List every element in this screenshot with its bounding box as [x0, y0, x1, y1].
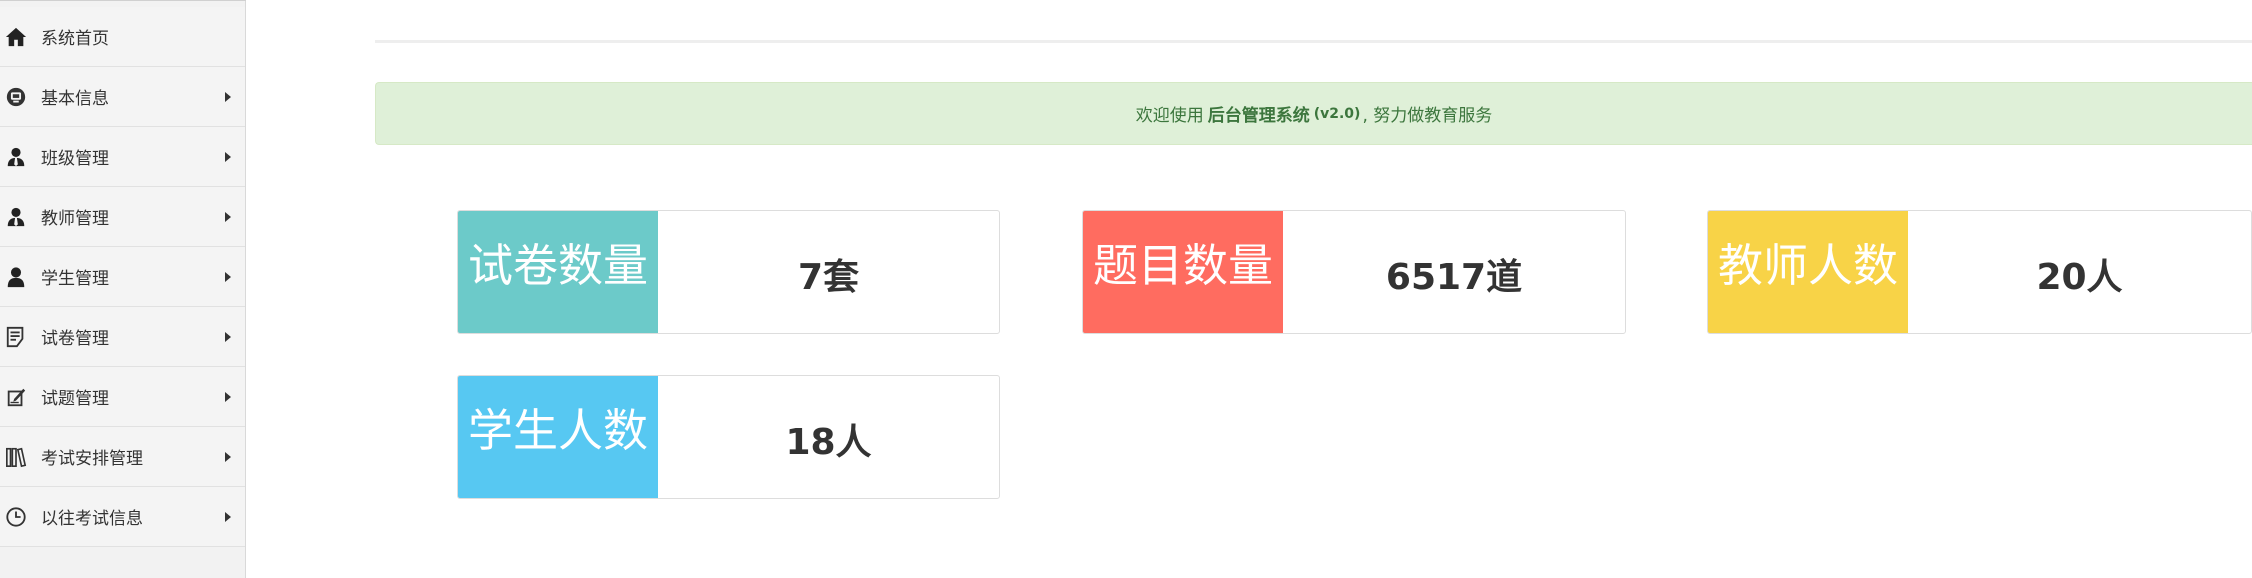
sidebar-item-label: 以往考试信息 [41, 509, 143, 529]
home-icon [4, 25, 28, 49]
sidebar-item-label: 基本信息 [41, 89, 109, 109]
sidebar-item-basic-info[interactable]: 基本信息 [0, 67, 245, 127]
stat-label: 题目数量 [1083, 211, 1283, 333]
stat-value: 7套 [797, 257, 860, 298]
stat-value: 6517道 [1385, 257, 1523, 298]
welcome-prefix: 欢迎使用 [1135, 106, 1204, 126]
stat-card-students: 学生人数 18人 [457, 375, 1000, 499]
chevron-right-icon [225, 91, 231, 102]
sidebar-item-label: 试卷管理 [41, 329, 109, 349]
document-icon [4, 325, 28, 349]
edit-icon [4, 385, 28, 409]
stat-value: 18人 [785, 422, 872, 463]
stat-card-teachers: 教师人数 20人 [1707, 210, 2252, 334]
sidebar-item-exam-schedule-management[interactable]: 考试安排管理 [0, 427, 245, 487]
stat-label: 学生人数 [458, 376, 658, 498]
sidebar-item-label: 教师管理 [41, 209, 109, 229]
stat-card-questions: 题目数量 6517道 [1082, 210, 1626, 334]
sidebar-top-border [0, 0, 246, 6]
sidebar-item-teacher-management[interactable]: 教师管理 [0, 187, 245, 247]
welcome-suffix: , 努力做教育服务 [1362, 106, 1493, 126]
clock-icon [4, 505, 28, 529]
sidebar-menu: 系统首页 基本信息 班级管理 教师管理 学生管理 试卷管理 试题管理 考试安排管… [0, 7, 245, 547]
sidebar-item-past-exam-info[interactable]: 以往考试信息 [0, 487, 245, 547]
info-icon [4, 85, 28, 109]
chevron-right-icon [225, 331, 231, 342]
sidebar-item-question-management[interactable]: 试题管理 [0, 367, 245, 427]
user-icon [4, 265, 28, 289]
stat-value: 20人 [2036, 257, 2123, 298]
header-divider [375, 40, 2252, 43]
stat-label: 试卷数量 [458, 211, 658, 333]
sidebar-item-home[interactable]: 系统首页 [0, 7, 245, 67]
sidebar-item-label: 学生管理 [41, 269, 109, 289]
chevron-right-icon [225, 151, 231, 162]
welcome-banner: 欢迎使用 后台管理系统 (v2.0) , 努力做教育服务 [375, 82, 2252, 145]
user-tie-icon [4, 145, 28, 169]
sidebar-item-student-management[interactable]: 学生管理 [0, 247, 245, 307]
chevron-right-icon [225, 451, 231, 462]
sidebar-item-label: 试题管理 [41, 389, 109, 409]
system-version: (v2.0) [1313, 105, 1361, 122]
sidebar-item-label: 考试安排管理 [41, 449, 143, 469]
stat-label: 教师人数 [1708, 211, 1908, 333]
chevron-right-icon [225, 271, 231, 282]
chevron-right-icon [225, 391, 231, 402]
system-name: 后台管理系统 [1207, 106, 1310, 126]
user-tie-icon [4, 205, 28, 229]
sidebar-item-class-management[interactable]: 班级管理 [0, 127, 245, 187]
chevron-right-icon [225, 511, 231, 522]
sidebar-item-label: 系统首页 [41, 29, 109, 49]
stat-card-papers: 试卷数量 7套 [457, 210, 1000, 334]
sidebar-item-paper-management[interactable]: 试卷管理 [0, 307, 245, 367]
books-icon [4, 445, 28, 469]
chevron-right-icon [225, 211, 231, 222]
sidebar: 系统首页 基本信息 班级管理 教师管理 学生管理 试卷管理 试题管理 考试安排管… [0, 0, 246, 578]
sidebar-item-label: 班级管理 [41, 149, 109, 169]
